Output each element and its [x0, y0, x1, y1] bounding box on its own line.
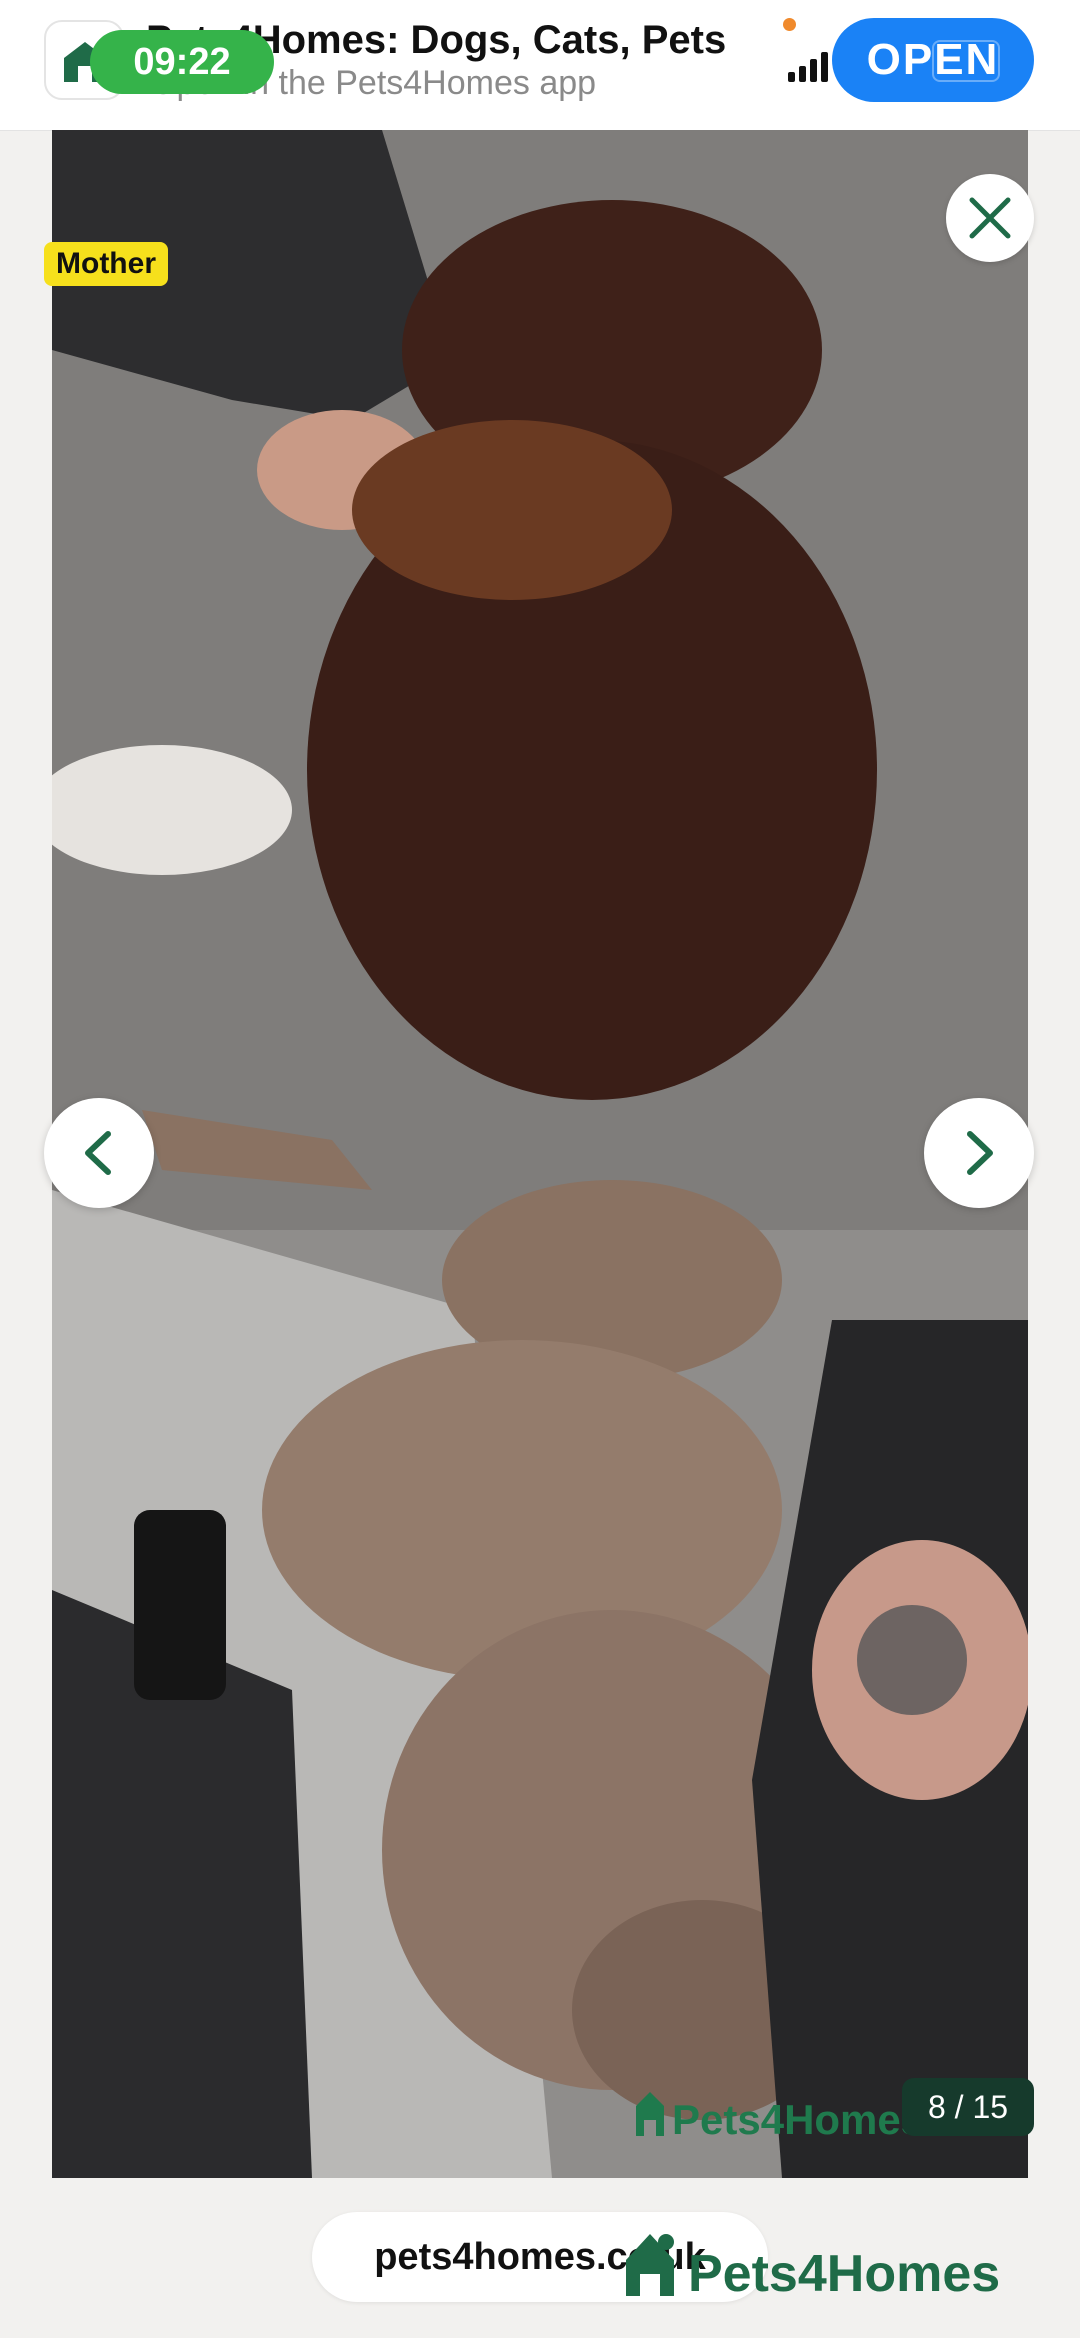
listing-photo[interactable] [52, 130, 1028, 2178]
battery-icon [932, 40, 1000, 82]
photo-watermark: Pets4Homes [632, 2080, 932, 2151]
pets4homes-watermark-logo: Pets4Homes [636, 2092, 924, 2143]
photo-counter: 8 / 15 [902, 2078, 1034, 2136]
close-icon [969, 197, 1011, 239]
next-photo-button[interactable] [924, 1098, 1034, 1208]
smart-app-banner[interactable]: Pets4Homes: Dogs, Cats, Pets Open in the… [0, 0, 1080, 131]
brand-logo-text: Pets4Homes [688, 2245, 1001, 2303]
previous-photo-button[interactable] [44, 1098, 154, 1208]
dogs-photo-image [52, 130, 1028, 2178]
status-clock: 09:22 [90, 30, 274, 94]
chevron-right-icon [967, 1131, 993, 1175]
cellular-signal-icon [788, 52, 828, 82]
close-button[interactable] [946, 174, 1034, 262]
pets4homes-logo-icon [626, 2234, 674, 2296]
watermark-text: Pets4Homes [672, 2096, 924, 2143]
chevron-left-icon [85, 1131, 111, 1175]
privacy-indicator-dot [783, 18, 796, 31]
open-app-button[interactable]: OPEN [832, 18, 1034, 102]
mother-badge: Mother [44, 242, 168, 286]
